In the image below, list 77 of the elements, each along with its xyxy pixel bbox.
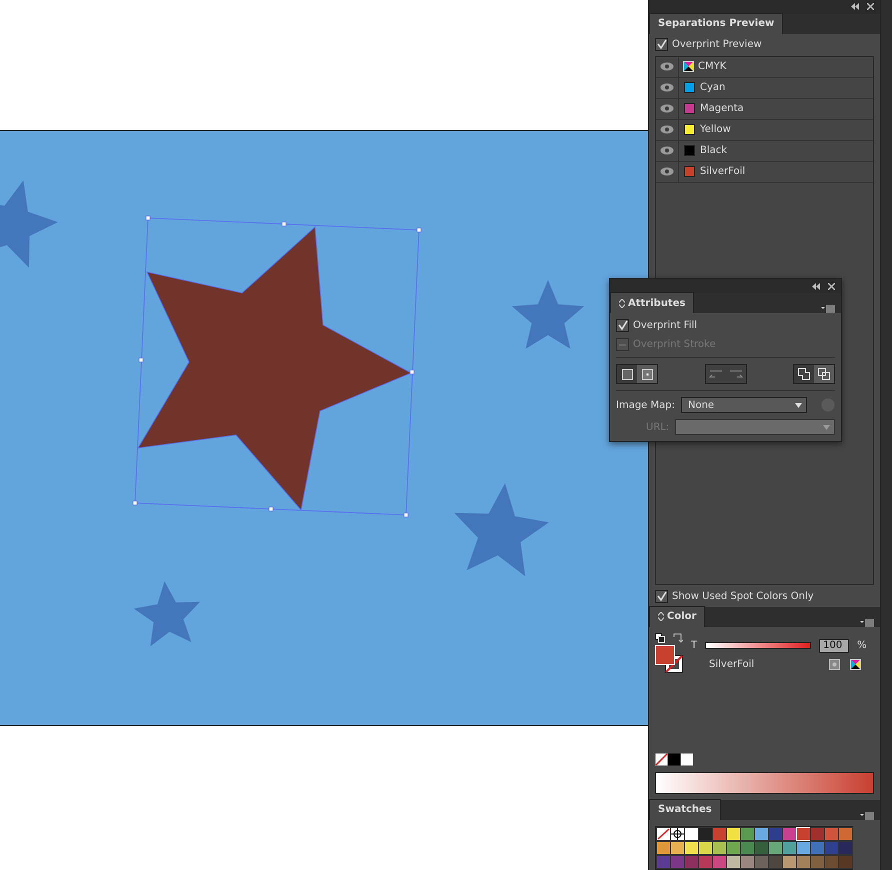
- checkbox-label: Overprint Fill: [633, 320, 698, 331]
- caret-icon: [795, 402, 802, 408]
- image-map-dropdown[interactable]: None: [680, 397, 808, 413]
- color-swatch[interactable]: [754, 826, 769, 841]
- right-arrow-icon: [728, 369, 742, 379]
- ink-name: Magenta: [700, 103, 744, 114]
- fill-swatch[interactable]: [655, 644, 675, 665]
- up-down-arrows-icon[interactable]: [619, 298, 625, 308]
- square-icon: [622, 368, 632, 380]
- color-swatch[interactable]: [838, 826, 853, 841]
- percent-label: %: [857, 640, 867, 652]
- url-field[interactable]: [675, 419, 835, 435]
- panel-tab[interactable]: Color: [649, 606, 706, 627]
- eye-icon[interactable]: [660, 167, 674, 176]
- color-swatch[interactable]: [740, 826, 755, 841]
- default-colors-icon[interactable]: [655, 632, 665, 643]
- overlap-squares-icon: [818, 368, 830, 380]
- ink-name: CMYK: [698, 61, 726, 72]
- color-swatch[interactable]: [768, 826, 783, 841]
- checkbox-label: Overprint Preview: [672, 38, 762, 50]
- registration-swatch[interactable]: [670, 826, 685, 841]
- color-swatch[interactable]: [810, 826, 825, 841]
- ink-name: Black: [700, 145, 728, 156]
- panel-tab[interactable]: Separations Preview: [649, 12, 784, 34]
- up-down-arrows-icon[interactable]: [658, 612, 664, 622]
- panel-tab[interactable]: Attributes: [610, 292, 694, 313]
- color-swatch[interactable]: [838, 854, 853, 869]
- checkbox-label: Show Used Spot Colors Only: [672, 590, 814, 602]
- ink-name: Cyan: [700, 82, 726, 94]
- panel-menu-icon[interactable]: [860, 618, 874, 627]
- nonzero-rule-button[interactable]: [794, 365, 814, 383]
- color-swatch[interactable]: [782, 826, 797, 841]
- swatch-name: SilverFoil: [709, 658, 756, 670]
- color-ramp[interactable]: [655, 772, 874, 794]
- reverse-right-button[interactable]: [726, 365, 746, 383]
- image-map-label: Image Map:: [616, 400, 675, 410]
- color-swatch[interactable]: [726, 826, 741, 841]
- panel-menu-icon[interactable]: [821, 305, 835, 313]
- color-swatch[interactable]: [698, 826, 713, 841]
- ink-name: SilverFoil: [700, 166, 746, 178]
- checkbox[interactable]: [616, 319, 629, 332]
- center-point-icon: [642, 368, 652, 380]
- collapse-icon[interactable]: [851, 3, 860, 10]
- none-swatch[interactable]: [656, 826, 671, 841]
- non-printing-off-button[interactable]: [617, 365, 637, 383]
- eye-icon[interactable]: [660, 146, 674, 156]
- center-point-button[interactable]: [637, 365, 657, 383]
- even-odd-rule-button[interactable]: [814, 365, 834, 383]
- tint-label: T: [691, 640, 698, 652]
- panel-tab[interactable]: Swatches: [649, 798, 721, 820]
- collapse-icon[interactable]: [812, 282, 820, 290]
- cmyk-icon: [850, 658, 861, 670]
- eye-icon[interactable]: [660, 62, 674, 72]
- color-swatch[interactable]: [684, 826, 699, 841]
- overlap-shapes-icon: [798, 368, 810, 380]
- spot-color-icon[interactable]: [829, 658, 840, 670]
- eye-icon[interactable]: [660, 83, 674, 92]
- caret-icon: [823, 424, 830, 430]
- tint-field[interactable]: 100: [819, 638, 850, 653]
- color-swatch[interactable]: [712, 826, 727, 841]
- eye-icon[interactable]: [660, 104, 674, 114]
- swap-icon[interactable]: [673, 632, 683, 643]
- checkbox[interactable]: [655, 590, 668, 603]
- color-swatch[interactable]: [838, 840, 853, 855]
- star-shape: [134, 581, 200, 646]
- left-arrow-icon: [708, 369, 722, 379]
- color-swatch[interactable]: [824, 826, 839, 841]
- panel-menu-icon[interactable]: [860, 812, 874, 820]
- close-icon[interactable]: [867, 3, 874, 10]
- tint-slider-fill[interactable]: [706, 643, 810, 648]
- checkbox[interactable]: [655, 38, 668, 51]
- quick-swatches-drawing[interactable]: [655, 752, 694, 766]
- ink-name: Yellow: [700, 124, 731, 136]
- cmyk-icon: [683, 61, 694, 72]
- close-icon[interactable]: [828, 282, 835, 290]
- eye-icon[interactable]: [660, 125, 674, 134]
- reverse-left-button[interactable]: [706, 365, 726, 383]
